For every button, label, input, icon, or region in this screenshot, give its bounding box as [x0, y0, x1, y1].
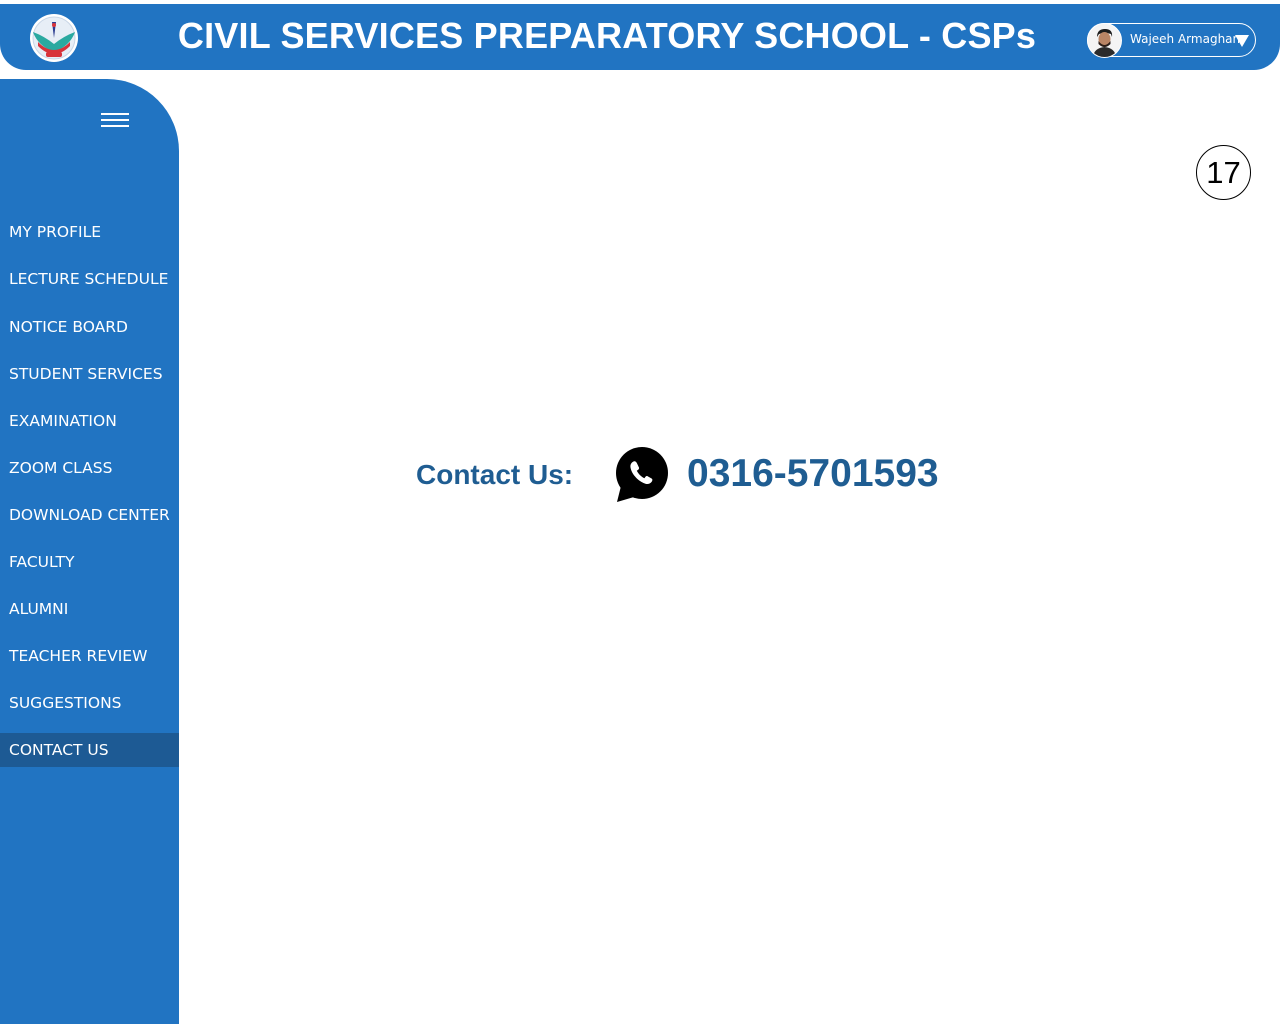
page-title: CIVIL SERVICES PREPARATORY SCHOOL - CSPs [177, 15, 1037, 56]
sidebar-item-contact-us[interactable]: CONTACT US [0, 733, 179, 767]
sidebar-item-alumni[interactable]: ALUMNI [0, 592, 179, 626]
sidebar-item-examination[interactable]: EXAMINATION [0, 404, 179, 438]
phone-number-link[interactable]: 0316-5701593 [687, 451, 939, 497]
sidebar-item-lecture-schedule[interactable]: LECTURE SCHEDULE [0, 262, 179, 296]
avatar-icon [1087, 23, 1122, 58]
caret-down-icon[interactable] [1235, 34, 1249, 52]
sidebar-item-faculty[interactable]: FACULTY [0, 545, 179, 579]
sidebar-item-download-center[interactable]: DOWNLOAD CENTER [0, 498, 179, 532]
top-header-bar: CIVIL SERVICES PREPARATORY SCHOOL - CSPs… [0, 4, 1280, 70]
number-badge: 17 [1196, 145, 1251, 200]
sidebar-item-notice-board[interactable]: NOTICE BOARD [0, 310, 179, 344]
sidebar-item-student-services[interactable]: STUDENT SERVICES [0, 357, 179, 391]
badge-number: 17 [1206, 155, 1241, 190]
sidebar-item-my-profile[interactable]: MY PROFILE [0, 215, 179, 249]
sidebar-item-suggestions[interactable]: SUGGESTIONS [0, 686, 179, 720]
user-menu-button[interactable]: Wajeeh Armaghan [1087, 23, 1256, 58]
sidebar-item-teacher-review[interactable]: TEACHER REVIEW [0, 639, 179, 673]
sidebar-item-zoom-class[interactable]: ZOOM CLASS [0, 451, 179, 485]
whatsapp-icon[interactable] [614, 447, 670, 503]
hamburger-menu-icon[interactable] [99, 111, 131, 131]
contact-label: Contact Us: [416, 459, 574, 490]
user-name: Wajeeh Armaghan [1130, 32, 1241, 46]
